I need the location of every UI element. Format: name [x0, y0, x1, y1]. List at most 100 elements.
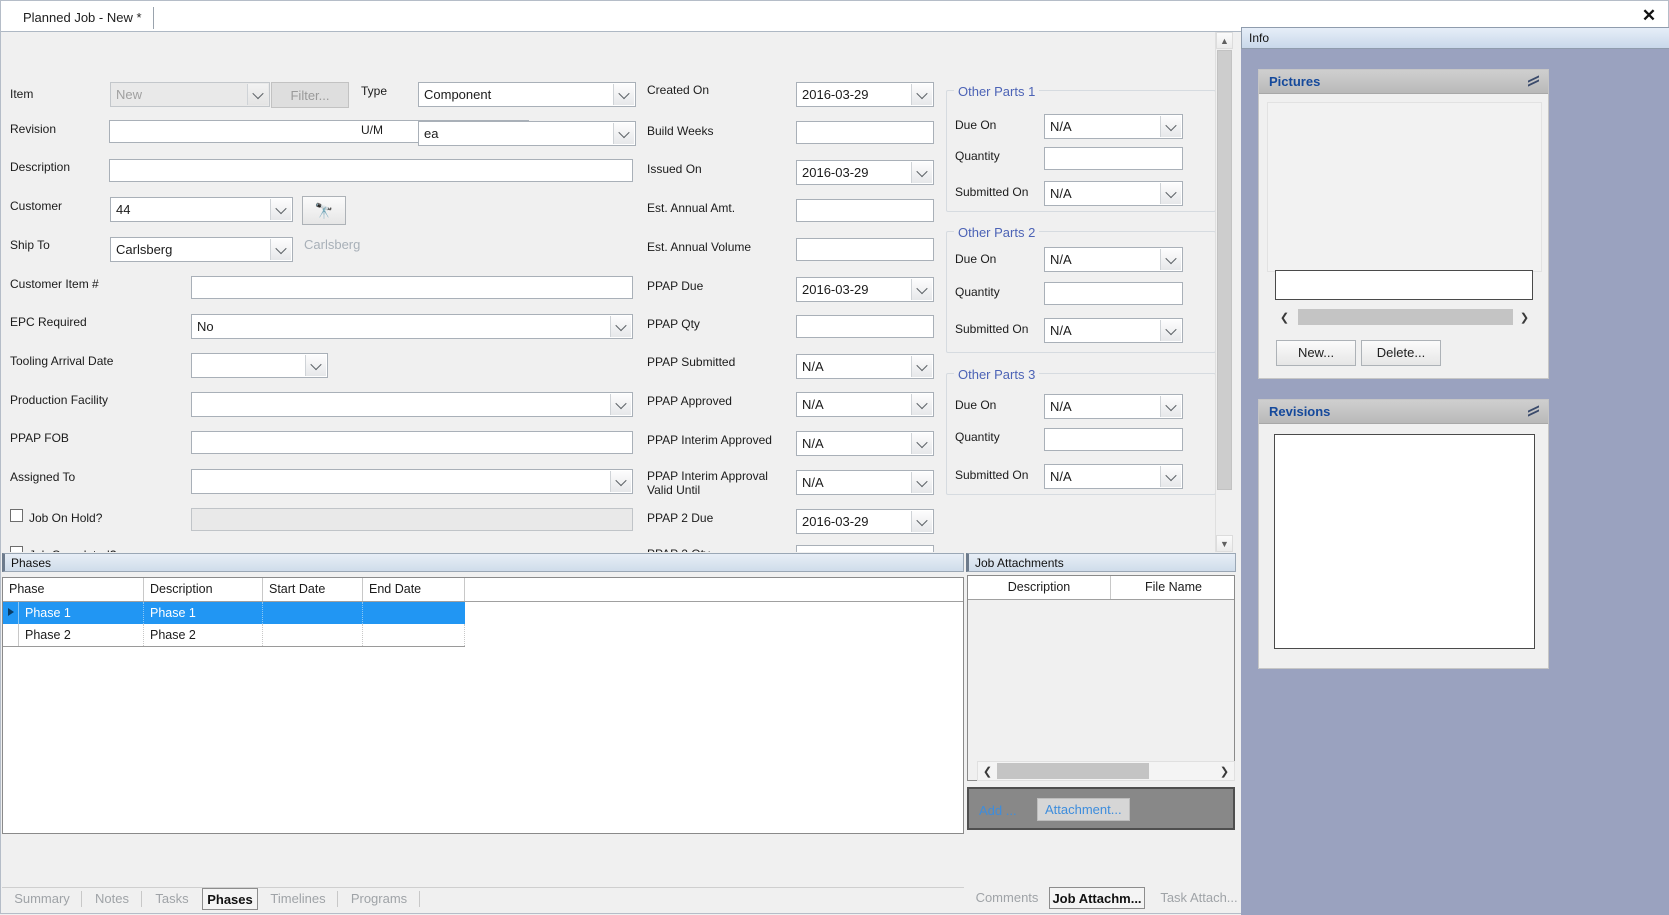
customer-item-input[interactable]: [191, 276, 633, 299]
op1-submitted-on-combo[interactable]: N/A: [1044, 181, 1183, 206]
ppap-submitted-combo[interactable]: N/A: [796, 354, 934, 379]
scroll-down-icon[interactable]: ▼: [1216, 535, 1233, 552]
revisions-card-header[interactable]: Revisions: [1259, 400, 1548, 424]
chevron-down-icon[interactable]: [610, 394, 631, 415]
chevron-down-icon[interactable]: [911, 279, 932, 300]
chevron-down-icon[interactable]: [911, 394, 932, 415]
pictures-horizontal-scrollbar[interactable]: ❮ ❯: [1275, 308, 1534, 328]
issued-on-combo[interactable]: 2016-03-29: [796, 160, 934, 185]
tab-tasks[interactable]: Tasks: [146, 888, 198, 910]
chevron-down-icon[interactable]: [610, 316, 631, 337]
epc-required-combo[interactable]: No: [191, 314, 633, 339]
chevron-down-icon[interactable]: [911, 511, 932, 532]
ppap-approved-combo[interactable]: N/A: [796, 392, 934, 417]
pictures-card-header[interactable]: Pictures: [1259, 70, 1548, 94]
chevron-down-icon[interactable]: [911, 356, 932, 377]
op3-quantity-input[interactable]: [1044, 428, 1183, 451]
customer-combo[interactable]: 44: [110, 197, 293, 222]
chevron-down-icon[interactable]: [1160, 320, 1181, 341]
chevron-down-icon[interactable]: [1160, 183, 1181, 204]
chevron-up-icon[interactable]: [1527, 405, 1540, 418]
tab-phases[interactable]: Phases: [202, 888, 258, 910]
op1-quantity-input[interactable]: [1044, 147, 1183, 170]
customer-search-button[interactable]: 🔭: [302, 196, 346, 225]
tab-task-attachments[interactable]: Task Attach...: [1149, 887, 1249, 909]
picture-caption-input[interactable]: [1275, 270, 1533, 300]
attachments-col-file-name[interactable]: File Name: [1111, 576, 1234, 599]
chevron-down-icon[interactable]: [911, 433, 932, 454]
est-annual-amt-input[interactable]: [796, 199, 934, 222]
chevron-down-icon[interactable]: [610, 471, 631, 492]
chevron-down-icon[interactable]: [270, 239, 291, 260]
scroll-left-icon[interactable]: ❮: [1275, 308, 1294, 326]
chevron-down-icon[interactable]: [270, 199, 291, 220]
tab-job-attachments[interactable]: Job Attachm...: [1049, 887, 1145, 909]
chevron-down-icon[interactable]: [1160, 396, 1181, 417]
job-on-hold-checkbox[interactable]: [10, 509, 23, 522]
scroll-left-icon[interactable]: ❮: [978, 762, 997, 780]
scrollbar-thumb[interactable]: [997, 763, 1149, 779]
picture-delete-button[interactable]: Delete...: [1361, 340, 1441, 366]
phases-col-start-date[interactable]: Start Date: [263, 578, 363, 601]
scroll-right-icon[interactable]: ❯: [1215, 762, 1234, 780]
phases-grid[interactable]: Phase Description Start Date End Date Ph…: [2, 577, 964, 834]
chevron-down-icon[interactable]: [1160, 116, 1181, 137]
ppap-due-combo[interactable]: 2016-03-29: [796, 277, 934, 302]
attachments-col-description[interactable]: Description: [968, 576, 1111, 599]
attachments-horizontal-scrollbar[interactable]: ❮ ❯: [977, 761, 1235, 781]
ppap-qty-input[interactable]: [796, 315, 934, 338]
chevron-down-icon[interactable]: [247, 84, 268, 105]
phases-col-phase[interactable]: Phase: [3, 578, 144, 601]
op2-quantity-input[interactable]: [1044, 282, 1183, 305]
ppap2-qty-input[interactable]: [796, 545, 934, 552]
chevron-down-icon[interactable]: [305, 355, 326, 376]
attachments-grid[interactable]: Description File Name: [967, 575, 1235, 781]
scrollbar-thumb[interactable]: [1217, 50, 1232, 490]
table-row[interactable]: Phase 1 Phase 1: [3, 602, 465, 624]
tab-programs[interactable]: Programs: [342, 888, 416, 910]
tab-notes[interactable]: Notes: [86, 888, 138, 910]
document-tab-planned-job[interactable]: Planned Job - New *: [8, 3, 155, 30]
add-attachment-button[interactable]: Add ...: [979, 803, 1017, 818]
op2-due-on-combo[interactable]: N/A: [1044, 247, 1183, 272]
chevron-down-icon[interactable]: [911, 472, 932, 493]
chevron-down-icon[interactable]: [911, 84, 932, 105]
job-on-hold-note-input[interactable]: [191, 508, 633, 531]
ship-to-combo[interactable]: Carlsberg: [110, 237, 293, 262]
attachment-button[interactable]: Attachment...: [1037, 798, 1130, 821]
revisions-list[interactable]: [1274, 434, 1535, 649]
build-weeks-input[interactable]: [796, 121, 934, 144]
op3-due-on-combo[interactable]: N/A: [1044, 394, 1183, 419]
item-combo[interactable]: New: [110, 82, 270, 107]
tab-timelines[interactable]: Timelines: [262, 888, 334, 910]
scroll-up-icon[interactable]: ▲: [1216, 32, 1233, 49]
tooling-arrival-date-combo[interactable]: [191, 353, 328, 378]
chevron-down-icon[interactable]: [1160, 466, 1181, 487]
tab-comments[interactable]: Comments: [967, 887, 1047, 909]
scrollbar-thumb[interactable]: [1298, 309, 1513, 325]
op3-submitted-on-combo[interactable]: N/A: [1044, 464, 1183, 489]
description-input[interactable]: [109, 159, 633, 182]
table-row[interactable]: Phase 2 Phase 2: [3, 624, 465, 646]
filter-button[interactable]: Filter...: [271, 82, 349, 108]
phases-col-end-date[interactable]: End Date: [363, 578, 465, 601]
chevron-down-icon[interactable]: [613, 123, 634, 144]
scroll-right-icon[interactable]: ❯: [1515, 308, 1534, 326]
chevron-down-icon[interactable]: [613, 84, 634, 105]
ppap-fob-input[interactable]: [191, 431, 633, 454]
production-facility-combo[interactable]: [191, 392, 633, 417]
chevron-down-icon[interactable]: [911, 162, 932, 183]
ppap2-due-combo[interactable]: 2016-03-29: [796, 509, 934, 534]
est-annual-volume-input[interactable]: [796, 238, 934, 261]
chevron-up-icon[interactable]: [1527, 75, 1540, 88]
type-combo[interactable]: Component: [418, 82, 636, 107]
ppap-interim-valid-until-combo[interactable]: N/A: [796, 470, 934, 495]
tab-summary[interactable]: Summary: [6, 888, 78, 910]
created-on-combo[interactable]: 2016-03-29: [796, 82, 934, 107]
ppap-interim-approved-combo[interactable]: N/A: [796, 431, 934, 456]
assigned-to-combo[interactable]: [191, 469, 633, 494]
op2-submitted-on-combo[interactable]: N/A: [1044, 318, 1183, 343]
form-vertical-scrollbar[interactable]: ▲ ▼: [1215, 32, 1233, 552]
phases-col-description[interactable]: Description: [144, 578, 263, 601]
op1-due-on-combo[interactable]: N/A: [1044, 114, 1183, 139]
